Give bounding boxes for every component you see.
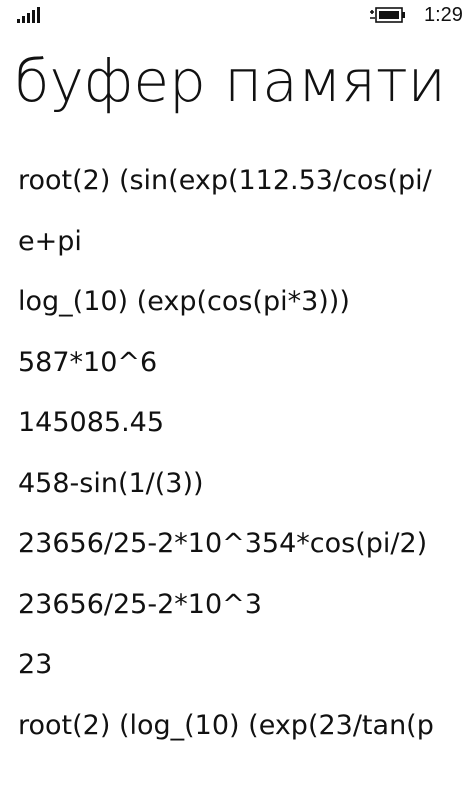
history-item[interactable]: 23 <box>0 635 472 696</box>
history-item[interactable]: 145085.45 <box>0 393 472 454</box>
history-item[interactable]: root(2) (sin(exp(112.53/cos(pi/ <box>0 151 472 212</box>
history-item[interactable]: 23656/25-2*10^3 <box>0 575 472 636</box>
battery-charging-icon <box>370 7 405 23</box>
clock: 1:29 <box>424 4 463 26</box>
history-item[interactable]: log_(10) (exp(cos(pi*3))) <box>0 272 472 333</box>
history-item[interactable]: 23656/25-2*10^354*cos(pi/2) <box>0 514 472 575</box>
history-item[interactable]: e+pi <box>0 212 472 273</box>
page-title: буфер памяти <box>14 47 446 115</box>
status-bar: 1:29 <box>0 0 472 32</box>
signal-strength-icon <box>17 7 40 23</box>
history-item[interactable]: 587*10^6 <box>0 333 472 394</box>
history-item[interactable]: 458-sin(1/(3)) <box>0 454 472 515</box>
history-item[interactable]: root(2) (log_(10) (exp(23/tan(p <box>0 696 472 757</box>
memory-history-list: root(2) (sin(exp(112.53/cos(pi/ e+pi log… <box>0 151 472 756</box>
